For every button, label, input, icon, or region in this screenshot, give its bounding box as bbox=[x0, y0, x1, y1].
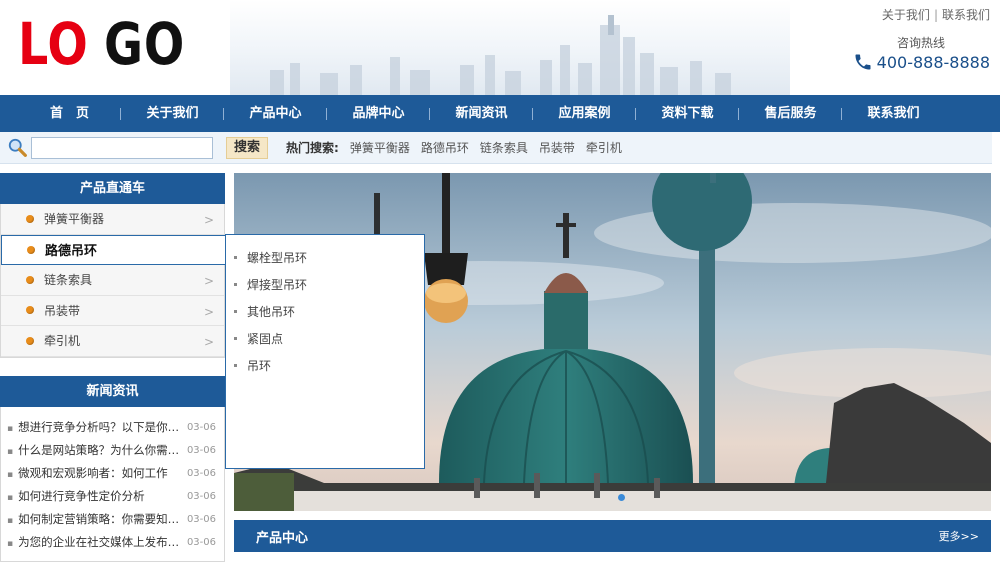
search-bar: 搜索 热门搜索: 弹簧平衡器 路德吊环 链条索具 吊装带 牵引机 bbox=[0, 132, 992, 164]
left-sidebar: 产品直通车 弹簧平衡器 > 路德吊环 链条索具 > 吊装带 > 牵引机 > 新闻… bbox=[0, 173, 225, 562]
flyout-label: 螺栓型吊环 bbox=[247, 250, 308, 265]
chevron-right-icon: > bbox=[203, 274, 214, 288]
news-title: 什么是网站策略？为什么你需… bbox=[7, 439, 179, 462]
hot-search-link[interactable]: 牵引机 bbox=[586, 139, 622, 156]
bullet-icon bbox=[26, 214, 34, 223]
header-skyline-graphic bbox=[270, 15, 731, 95]
news-panel-title: 新闻资讯 bbox=[0, 375, 225, 407]
hot-search-link[interactable]: 路德吊环 bbox=[421, 139, 469, 156]
news-date: 03-06 bbox=[186, 536, 216, 548]
flyout-item[interactable]: 螺栓型吊环 bbox=[234, 247, 424, 274]
category-item[interactable]: 弹簧平衡器 > bbox=[1, 204, 224, 235]
news-list: 想进行竞争分析吗？以下是你…03-06 什么是网站策略？为什么你需…03-06 … bbox=[0, 406, 225, 562]
news-title: 如何进行竞争性定价分析 bbox=[7, 485, 145, 508]
search-input[interactable] bbox=[31, 136, 213, 159]
main-nav: 首 页 关于我们 产品中心 品牌中心 新闻资讯 应用案例 资料下载 售后服务 联… bbox=[0, 95, 1000, 132]
news-date: 03-06 bbox=[186, 444, 216, 456]
flyout-item[interactable]: 紧固点 bbox=[234, 328, 424, 355]
category-label: 链条索具 bbox=[44, 273, 93, 288]
flyout-item[interactable]: 吊环 bbox=[234, 355, 424, 382]
nav-contact[interactable]: 联系我们 bbox=[842, 95, 945, 132]
news-panel: 新闻资讯 想进行竞争分析吗？以下是你… 03-06 什么是网站策略？为什么你需… 0… bbox=[0, 375, 225, 562]
news-title: 微观和宏观影响者：如何工作 bbox=[7, 462, 168, 485]
nav-about[interactable]: 关于我们 bbox=[121, 95, 224, 132]
category-item[interactable]: 牵引机 > bbox=[1, 326, 224, 357]
search-icon bbox=[8, 138, 27, 157]
hot-search-link[interactable]: 链条索具 bbox=[480, 139, 528, 156]
chevron-right-icon: > bbox=[203, 213, 214, 227]
news-item[interactable]: 想进行竞争分析吗？以下是你… 03-06 bbox=[7, 416, 216, 439]
nav-products[interactable]: 产品中心 bbox=[224, 95, 327, 132]
contact-us-link[interactable]: 联系我们 bbox=[942, 8, 990, 22]
bullet-icon bbox=[26, 275, 34, 284]
logo-text-red: LO bbox=[18, 10, 89, 78]
news-item[interactable]: 微观和宏观影响者：如何工作 03-06 bbox=[7, 462, 216, 485]
logo[interactable]: LO GO bbox=[18, 10, 203, 78]
category-label: 牵引机 bbox=[44, 334, 81, 349]
bullet-icon bbox=[26, 336, 34, 345]
news-item[interactable]: 如何制定营销策略：你需要知… 03-06 bbox=[7, 508, 216, 531]
flyout-label: 紧固点 bbox=[247, 331, 284, 346]
hotline-number: 400-888-8888 bbox=[876, 52, 990, 72]
slide-indicator[interactable] bbox=[618, 494, 625, 501]
bullet-icon bbox=[27, 245, 35, 254]
category-item-active[interactable]: 路德吊环 bbox=[1, 234, 225, 265]
nav-brands[interactable]: 品牌中心 bbox=[327, 95, 430, 132]
hot-search-link[interactable]: 吊装带 bbox=[539, 139, 575, 156]
logo-text-black: GO bbox=[104, 10, 186, 78]
news-item[interactable]: 什么是网站策略？为什么你需… 03-06 bbox=[7, 439, 216, 462]
flyout-item[interactable]: 其他吊环 bbox=[234, 301, 424, 328]
search-button[interactable]: 搜索 bbox=[226, 136, 269, 159]
news-date: 03-06 bbox=[186, 513, 216, 525]
product-center-header: 产品中心 更多>> bbox=[234, 520, 991, 552]
category-label: 弹簧平衡器 bbox=[44, 212, 105, 227]
category-label: 路德吊环 bbox=[45, 244, 98, 260]
flyout-label: 其他吊环 bbox=[247, 304, 296, 319]
nav-home[interactable]: 首 页 bbox=[18, 95, 121, 132]
category-flyout-menu: 螺栓型吊环 焊接型吊环 其他吊环 紧固点 吊环 bbox=[225, 234, 425, 469]
chevron-right-icon: > bbox=[203, 304, 214, 319]
flyout-label: 焊接型吊环 bbox=[247, 277, 308, 292]
news-item[interactable]: 为您的企业在社交媒体上发布… 03-06 bbox=[7, 531, 216, 554]
hot-search-link[interactable]: 弹簧平衡器 bbox=[350, 139, 410, 156]
news-date: 03-06 bbox=[186, 490, 216, 502]
news-date: 03-06 bbox=[186, 467, 216, 479]
hotline: 400-888-8888 bbox=[853, 52, 990, 72]
nav-news[interactable]: 新闻资讯 bbox=[430, 95, 533, 132]
flyout-label: 吊环 bbox=[247, 358, 272, 373]
category-label: 吊装带 bbox=[44, 303, 81, 318]
nav-service[interactable]: 售后服务 bbox=[739, 95, 842, 132]
news-title: 想进行竞争分析吗？以下是你… bbox=[7, 416, 179, 439]
product-nav-title: 产品直通车 bbox=[0, 173, 225, 204]
more-link[interactable]: 更多>> bbox=[939, 528, 979, 544]
separator: | bbox=[933, 8, 938, 22]
flyout-item[interactable]: 焊接型吊环 bbox=[234, 274, 424, 301]
hot-search-label: 热门搜索: bbox=[286, 141, 339, 155]
product-center-title: 产品中心 bbox=[256, 530, 309, 546]
news-title: 为您的企业在社交媒体上发布… bbox=[7, 531, 179, 554]
news-item[interactable]: 如何进行竞争性定价分析 03-06 bbox=[7, 485, 216, 508]
phone-icon bbox=[855, 54, 871, 70]
news-title: 如何制定营销策略：你需要知… bbox=[7, 508, 179, 531]
product-category-list: 弹簧平衡器 > 路德吊环 链条索具 > 吊装带 > 牵引机 > bbox=[0, 204, 225, 358]
news-date: 03-06 bbox=[186, 421, 216, 433]
hotline-label: 咨询热线 bbox=[896, 36, 945, 50]
nav-cases[interactable]: 应用案例 bbox=[533, 95, 636, 132]
header: LO GO 关于我们 | 联系我们 咨询热线 400-888-8888 bbox=[0, 0, 1000, 95]
category-item[interactable]: 吊装带 > bbox=[1, 295, 224, 326]
about-us-link[interactable]: 关于我们 bbox=[882, 8, 930, 22]
top-links: 关于我们 | 联系我们 bbox=[882, 6, 990, 23]
bullet-icon bbox=[26, 306, 34, 315]
nav-downloads[interactable]: 资料下载 bbox=[636, 95, 739, 132]
category-item[interactable]: 链条索具 > bbox=[1, 265, 224, 296]
chevron-right-icon: > bbox=[203, 335, 214, 349]
